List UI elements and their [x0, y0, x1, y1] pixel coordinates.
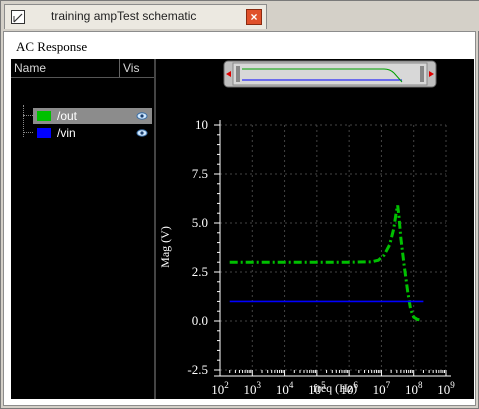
column-vis-header[interactable]: Vis: [123, 61, 139, 75]
signal-color-swatch: [37, 128, 51, 138]
y-tick-label: 0.0: [192, 313, 208, 328]
y-tick-label: -2.5: [187, 362, 208, 377]
schematic-window: training ampTest schematic × AC Response…: [0, 0, 479, 409]
pane-divider[interactable]: [154, 59, 156, 399]
plot-area[interactable]: 10 7.5 5.0 2.5 0.0 -2.5 102 103 104 105 106 107 108 1…: [154, 59, 474, 399]
signal-label: /out: [57, 109, 78, 123]
zoom-navigator[interactable]: [223, 60, 437, 88]
tab-bar: training ampTest schematic ×: [1, 1, 479, 31]
navigator-left-handle[interactable]: [236, 66, 240, 82]
schematic-icon: [11, 10, 25, 24]
column-divider[interactable]: [119, 59, 120, 77]
y-tick-label: 7.5: [192, 166, 208, 181]
close-icon[interactable]: ×: [246, 9, 262, 25]
x-axis-label: freq (Hz): [313, 381, 357, 395]
tab-title: training ampTest schematic: [51, 9, 197, 23]
tree-connector: [23, 132, 33, 133]
tab-training-amptest-schematic[interactable]: training ampTest schematic ×: [4, 4, 267, 29]
x-tick-label: 107: [373, 380, 391, 397]
signal-label: /vin: [57, 126, 76, 140]
x-tick-label: 109: [437, 380, 455, 397]
signal-list-header: Name Vis: [11, 59, 154, 78]
waveform-panel: AC Response Name Vis /out /vin 10 7.5 5.…: [3, 31, 476, 406]
signal-color-swatch: [37, 111, 51, 121]
y-tick-label: 2.5: [192, 264, 208, 279]
signal-list: Name Vis /out /vin: [11, 59, 154, 399]
eye-icon[interactable]: [136, 110, 148, 122]
y-axis-label: Mag (V): [158, 226, 172, 268]
y-tick-label: 5.0: [192, 215, 208, 230]
ac-response-chart[interactable]: 107.55.02.50.0-2.5102 103 104 105 106 107 108 1…: [154, 59, 474, 399]
x-tick-label: 108: [405, 380, 423, 397]
y-tick-label: 10: [195, 117, 208, 132]
navigator-right-handle[interactable]: [420, 66, 424, 82]
panel-title: AC Response: [16, 39, 88, 54]
signal-row-vin[interactable]: /vin: [33, 125, 152, 141]
x-tick-label: 103: [244, 380, 262, 397]
panel-header: AC Response: [4, 32, 475, 58]
x-tick-label: 102: [211, 380, 229, 397]
tree-connector: [23, 115, 33, 116]
x-tick-label: 104: [276, 380, 294, 397]
column-name-header[interactable]: Name: [14, 61, 46, 75]
signal-row-out[interactable]: /out: [33, 108, 152, 124]
eye-icon[interactable]: [136, 127, 148, 139]
